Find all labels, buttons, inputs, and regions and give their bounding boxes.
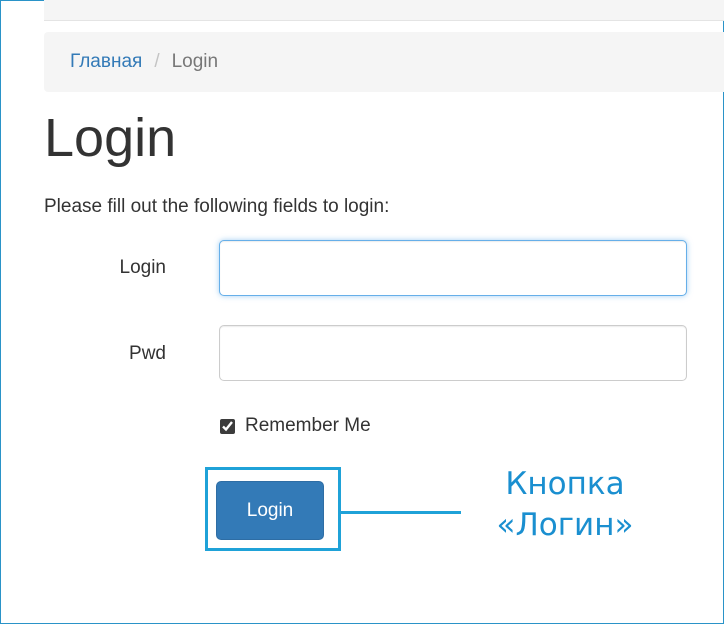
login-button[interactable]: Login: [216, 481, 324, 540]
page-title: Login: [44, 108, 177, 168]
callout-annotation: Кнопка «Логин»: [470, 464, 660, 546]
breadcrumb-separator: /: [154, 51, 160, 72]
callout-connector-line: [341, 511, 461, 514]
top-nav-bar: [44, 0, 724, 21]
remember-me-checkbox[interactable]: [220, 418, 235, 434]
breadcrumb: Главная / Login: [44, 32, 724, 92]
callout-line-1: Кнопка: [505, 466, 625, 502]
remember-me-row: Remember Me: [220, 415, 371, 437]
callout-line-2: «Логин»: [496, 506, 634, 543]
remember-me-label[interactable]: Remember Me: [245, 415, 371, 437]
pwd-input[interactable]: [219, 325, 687, 381]
breadcrumb-current: Login: [171, 51, 219, 72]
intro-text: Please fill out the following fields to …: [44, 196, 390, 217]
breadcrumb-home-link[interactable]: Главная: [70, 51, 142, 73]
pwd-label: Pwd: [129, 343, 166, 364]
login-input[interactable]: [219, 240, 687, 296]
login-label: Login: [119, 257, 167, 278]
